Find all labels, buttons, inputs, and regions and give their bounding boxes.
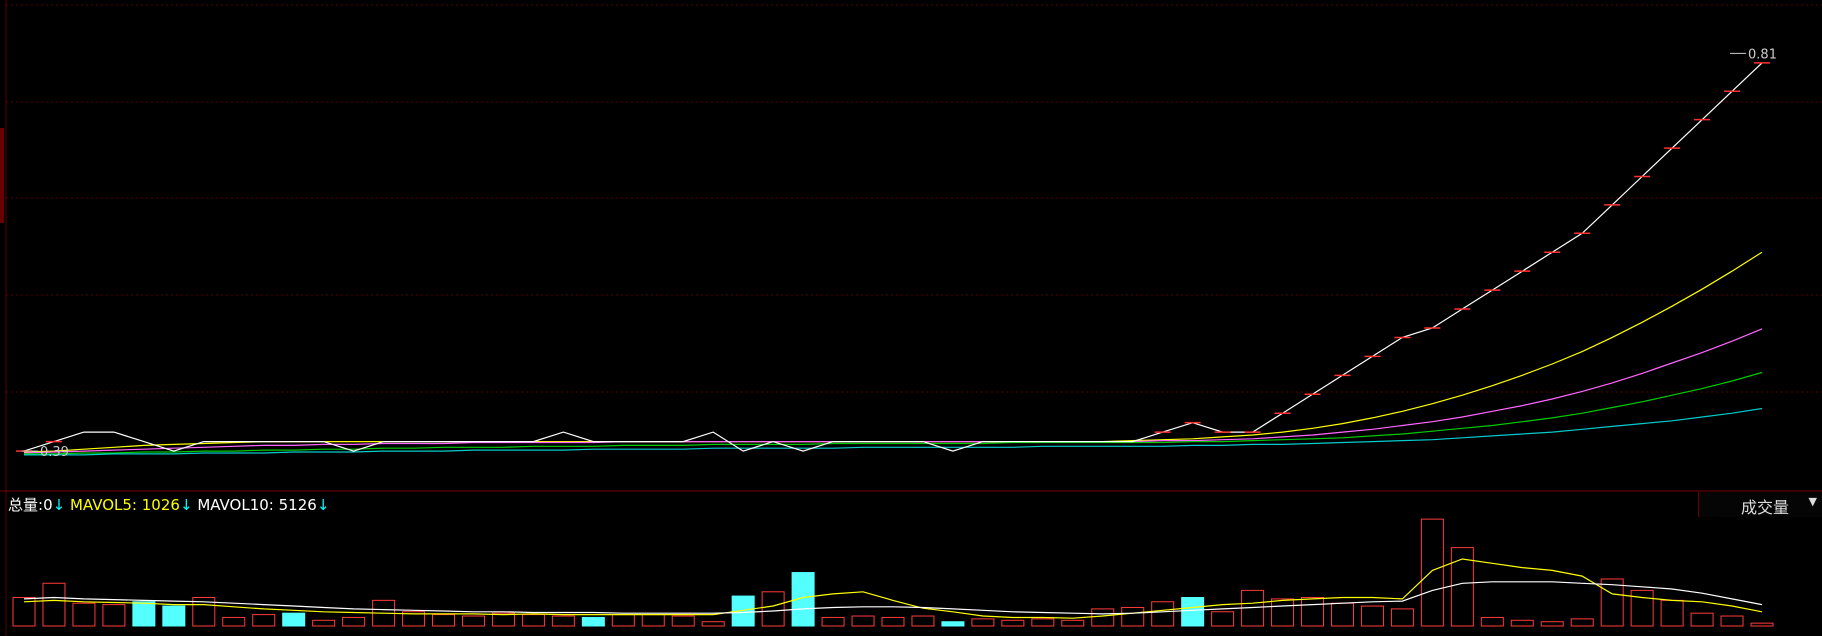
volume-bar-up [1690,612,1714,627]
volume-bar-up [911,615,935,627]
volume-bar-up [851,615,875,627]
chevron-down-icon: ▼ [1808,495,1817,508]
volume-bar-up [881,616,905,627]
volume-bar-up [312,619,336,627]
indicator-dropdown-label: 成交量 [1741,498,1790,517]
volume-bar-down [132,601,156,627]
volume-bar-down [1181,597,1205,627]
volume-bar-up [1330,602,1354,627]
volume-bar-up [252,614,276,627]
volume-bar-up [1360,605,1384,627]
volume-bar-up [222,616,246,627]
mavol10-value: 5126 [278,496,317,514]
chart-canvas: 0.39 0.81 [0,0,1822,636]
price-series-line [23,62,1763,452]
volume-ma-line [23,581,1763,615]
volume-bar-up [1091,608,1115,627]
price-panel: 0.39 0.81 [16,47,1777,460]
volume-bar-up [1390,608,1414,627]
down-arrow-icon: ↓ [316,496,330,514]
volume-bar-up [1121,606,1145,627]
side-tab-marker [0,128,4,223]
volume-ma-line [23,558,1763,619]
price-annotation-label: 0.39 [40,445,69,460]
volume-bar-up [1211,611,1235,627]
volume-bar-up [701,621,725,627]
volume-bar-up [1660,599,1684,627]
volume-bar-down [282,612,306,627]
volume-panel [12,518,1774,627]
volume-bar-up [1750,622,1774,627]
volume-bar-up [72,602,96,627]
volume-bar-up [1301,597,1325,627]
volume-bar-up [1031,618,1055,627]
price-series-line [24,407,1763,456]
volume-bar-up [432,614,456,627]
volume-bar-up [1151,601,1175,627]
total-volume-value: 0 [43,496,53,514]
volume-bar-up [551,615,575,627]
volume-bar-up [1510,619,1534,627]
volume-bar-up [1061,619,1085,627]
volume-bar-up [1630,589,1654,627]
volume-bar-up [1540,621,1564,627]
volume-bar-up [971,618,995,627]
volume-bar-up [761,591,785,627]
volume-bar-up [1570,618,1594,627]
volume-bar-up [821,616,845,627]
volume-bar-up [641,614,665,627]
total-volume-label: 总量: [8,496,44,514]
volume-bar-up [1420,518,1444,627]
down-arrow-icon: ↓ [52,496,66,514]
indicator-dropdown[interactable]: 成交量 ▼ [1698,492,1822,517]
volume-bar-down [941,621,965,627]
volume-bar-up [1480,616,1504,627]
mavol10-label: MAVOL10: [197,496,274,514]
volume-bar-up [611,614,635,627]
down-arrow-icon: ↓ [179,496,193,514]
volume-bar-up [1271,598,1295,627]
mavol5-label: MAVOL5: [69,496,137,514]
price-series-line [23,251,1763,453]
volume-bar-up [42,582,66,627]
volume-indicator-legend: 总量:0↓ MAVOL5: 1026↓ MAVOL10: 5126↓ [8,494,329,515]
price-annotation-label: 0.81 [1748,47,1777,62]
volume-bar-down [162,605,186,627]
volume-bar-up [1600,578,1624,627]
volume-bar-up [1001,619,1025,627]
volume-bar-up [521,614,545,627]
mavol5-value: 1026 [141,496,180,514]
volume-bar-up [671,615,695,627]
volume-bar-up [461,615,485,627]
volume-bar-up [342,616,366,627]
price-grid [0,0,1822,636]
volume-bar-up [102,604,126,627]
volume-bar-up [1720,615,1744,627]
volume-bar-down [581,616,605,627]
price-series-line [23,328,1763,454]
